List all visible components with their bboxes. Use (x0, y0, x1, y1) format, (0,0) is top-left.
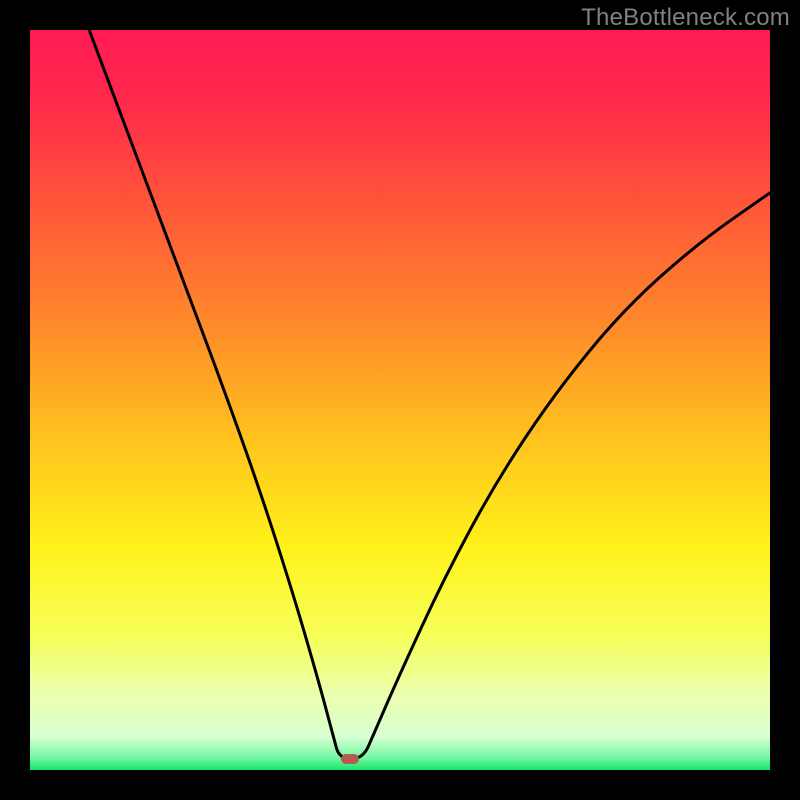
watermark-text: TheBottleneck.com (581, 4, 790, 32)
plot-area (30, 30, 770, 770)
background-gradient (30, 30, 770, 770)
outer-frame: TheBottleneck.com (0, 0, 800, 800)
optimum-marker (341, 754, 359, 764)
